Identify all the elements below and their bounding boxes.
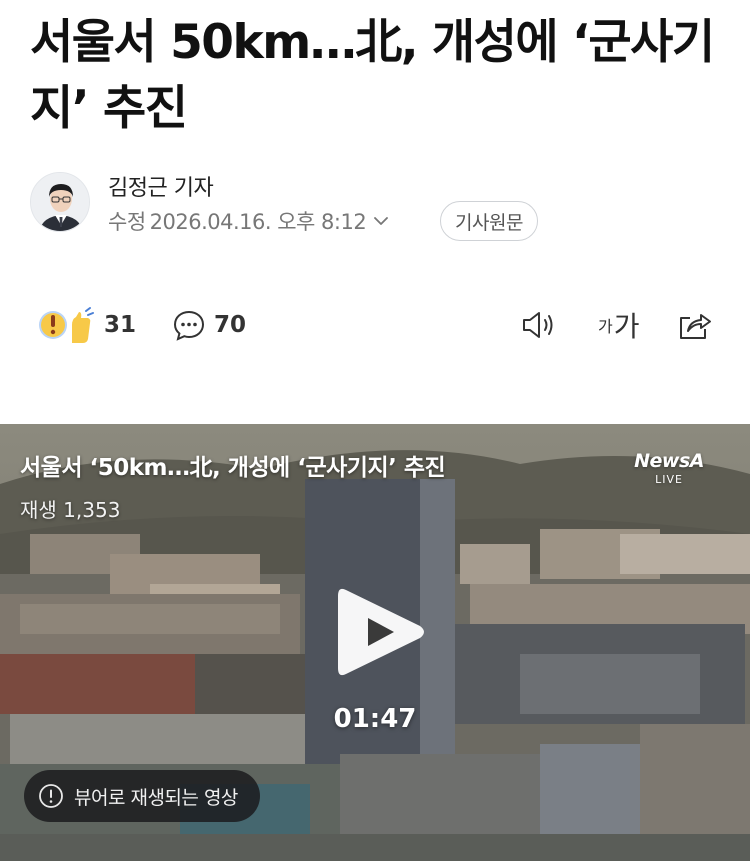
viewer-playback-notice-text: 뷰어로 재생되는 영상 [74, 786, 238, 809]
article-actions: 31 70 가가 [30, 300, 720, 350]
share-icon [680, 314, 711, 339]
viewer-playback-notice: 뷰어로 재생되는 영상 [24, 770, 260, 822]
comment-button[interactable]: 70 [172, 300, 246, 350]
font-size-small-label: 가 [598, 317, 613, 336]
chevron-down-icon[interactable] [372, 212, 390, 230]
original-article-button[interactable]: 기사원문 [440, 201, 538, 241]
reaction-icon [39, 307, 94, 343]
author-name[interactable]: 김정근 기자 [108, 170, 214, 202]
video-player[interactable]: 서울서 ‘50km…北, 개성에 ‘군사기지’ 추진 재생 1,353 News… [0, 424, 750, 861]
channel-logo-live: LIVE [655, 473, 683, 486]
video-title: 서울서 ‘50km…北, 개성에 ‘군사기지’ 추진 [20, 455, 446, 481]
font-size-button[interactable]: 가가 [598, 300, 640, 350]
font-size-large-label: 가 [613, 310, 640, 343]
video-duration: 01:47 [333, 704, 417, 734]
speaker-icon [523, 312, 553, 338]
avatar[interactable] [30, 172, 90, 232]
channel-logo-brand: NewsA [634, 450, 704, 472]
comment-icon [173, 310, 205, 341]
modified-date[interactable]: 수정 2026.04.16. 오후 8:12 [108, 206, 390, 236]
listen-button[interactable] [520, 300, 558, 350]
reaction-button[interactable]: 31 [36, 300, 136, 350]
modified-datetime: 2026.04.16. 오후 8:12 [149, 210, 367, 234]
share-button[interactable] [676, 300, 714, 350]
reaction-count: 31 [104, 312, 137, 338]
comment-count: 70 [214, 312, 247, 338]
article-headline: 서울서 50km…北, 개성에 ‘군사기지’ 추진 [30, 15, 715, 136]
play-icon[interactable] [332, 582, 428, 682]
info-icon [39, 784, 63, 808]
video-view-count: 재생 1,353 [20, 498, 121, 522]
modified-label: 수정 [108, 210, 146, 234]
channel-logo: NewsA LIVE [634, 450, 704, 486]
byline: 김정근 기자 수정 2026.04.16. 오후 8:12 기사원문 [30, 170, 730, 242]
